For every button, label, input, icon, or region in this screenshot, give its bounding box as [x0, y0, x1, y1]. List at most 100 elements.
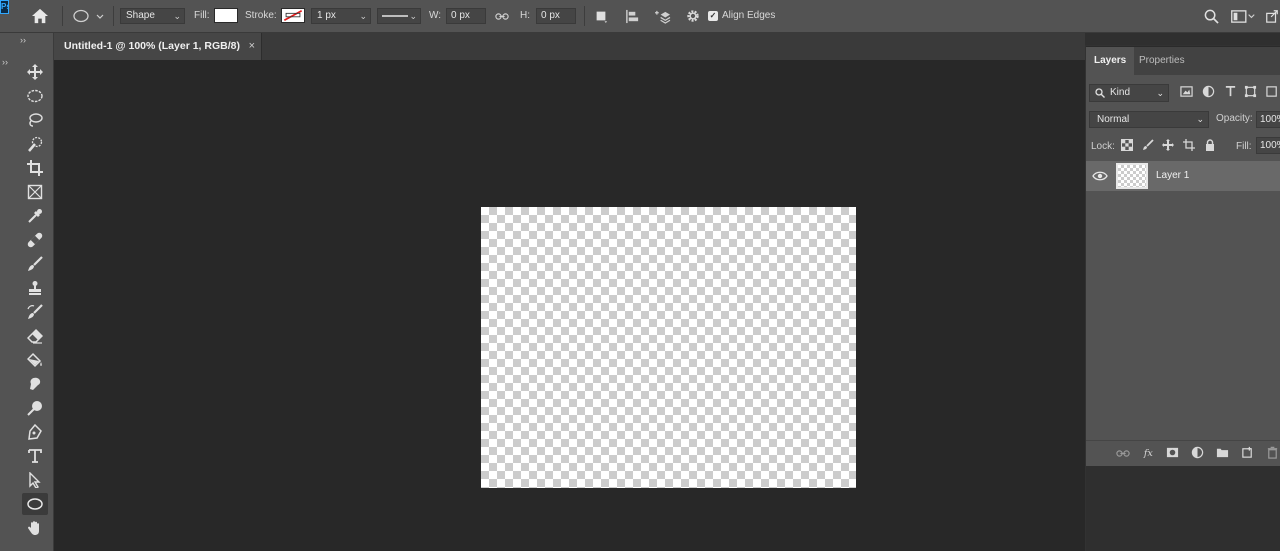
link-dimensions-button[interactable]	[493, 7, 511, 25]
filter-smart-object-button[interactable]	[1266, 85, 1280, 101]
folder-icon	[1216, 448, 1229, 458]
align-edges-checkbox[interactable]: ✓	[708, 11, 718, 21]
history-brush-tool[interactable]	[22, 301, 48, 323]
lasso-tool[interactable]	[22, 109, 48, 131]
pen-tool[interactable]	[22, 421, 48, 443]
ellipse-icon	[27, 498, 43, 510]
new-layer-button[interactable]	[1241, 446, 1257, 462]
paint-bucket-icon	[27, 352, 42, 368]
photoshop-logo: Ps	[0, 0, 9, 14]
eraser-tool[interactable]	[22, 325, 48, 347]
share-button[interactable]	[1263, 7, 1280, 25]
path-operations-icon	[596, 11, 608, 23]
canvas-workspace[interactable]	[54, 60, 1085, 551]
expand-panel-icon[interactable]: ››	[2, 57, 8, 67]
frame-icon	[27, 184, 43, 200]
width-label: W:	[429, 10, 442, 21]
close-tab-icon[interactable]: ×	[249, 33, 255, 60]
fx-icon: fx	[1143, 448, 1153, 459]
workspace-switcher[interactable]	[1230, 7, 1256, 25]
add-mask-button[interactable]	[1166, 446, 1182, 462]
smudge-icon	[30, 377, 41, 390]
lasso-icon	[29, 113, 43, 127]
layer-row[interactable]: Layer 1	[1086, 161, 1280, 191]
new-group-button[interactable]	[1216, 446, 1232, 462]
lock-position-button[interactable]	[1162, 139, 1176, 153]
adjustment-layer-button[interactable]	[1191, 446, 1207, 462]
lock-artboard-button[interactable]	[1183, 139, 1197, 153]
mask-icon	[1166, 447, 1179, 458]
photoshop-window: Ps Shape ⌄ Fill: Stroke: 1 px ⌄ ⌄ W: 0 p…	[0, 0, 1280, 551]
type-tool[interactable]	[22, 445, 48, 467]
mode-dropdown[interactable]: Shape ⌄	[120, 8, 185, 24]
fill-swatch[interactable]	[214, 8, 238, 23]
filter-shape-button[interactable]	[1244, 85, 1260, 101]
height-input[interactable]: 0 px	[536, 8, 576, 24]
panel-dock-header[interactable]	[1085, 33, 1280, 45]
width-input[interactable]: 0 px	[446, 8, 486, 24]
dodge-tool[interactable]	[22, 397, 48, 419]
brush-tool[interactable]	[22, 253, 48, 275]
type-icon	[1225, 86, 1236, 97]
layers-panel: Layers Properties Kind ⌄ Normal ⌄ Opacit…	[1086, 46, 1280, 466]
paint-bucket-tool[interactable]	[22, 349, 48, 371]
search-button[interactable]	[1202, 7, 1220, 25]
filter-type-button[interactable]	[1224, 85, 1240, 101]
stroke-width-dropdown[interactable]: 1 px ⌄	[311, 8, 371, 24]
settings-button[interactable]	[684, 7, 702, 25]
stroke-width-value: 1 px	[317, 10, 336, 21]
lock-icon	[1206, 139, 1214, 151]
path-operations-button[interactable]	[592, 7, 610, 25]
link-layers-button[interactable]	[1116, 446, 1132, 462]
spot-healing-tool[interactable]	[22, 229, 48, 251]
clone-stamp-tool[interactable]	[22, 277, 48, 299]
layer-style-button[interactable]: fx	[1143, 446, 1159, 462]
home-button[interactable]	[31, 7, 49, 25]
divider	[62, 6, 63, 26]
chevron-down-icon: ⌄	[1196, 114, 1204, 124]
stroke-type-dropdown[interactable]: ⌄	[377, 8, 421, 24]
collapse-tools-icon[interactable]: ››	[20, 35, 26, 45]
lock-all-button[interactable]	[1204, 139, 1218, 153]
document-tab[interactable]: Untitled-1 @ 100% (Layer 1, RGB/8) ×	[54, 33, 262, 60]
hand-tool[interactable]	[22, 517, 48, 539]
home-icon	[32, 8, 48, 24]
document-canvas[interactable]	[481, 207, 856, 488]
path-arrangement-button[interactable]	[653, 7, 671, 25]
tab-properties[interactable]: Properties	[1131, 47, 1193, 75]
elliptical-marquee-tool[interactable]	[22, 85, 48, 107]
crop-tool[interactable]	[22, 157, 48, 179]
lock-pixels-button[interactable]	[1142, 139, 1156, 153]
move-tool[interactable]	[22, 61, 48, 83]
eye-icon[interactable]	[1092, 169, 1108, 183]
chevron-down-icon: ⌄	[359, 11, 367, 21]
tool-preset-picker[interactable]	[72, 8, 106, 24]
layer-thumbnail[interactable]	[1116, 163, 1148, 189]
path-selection-tool[interactable]	[22, 469, 48, 491]
filter-pixel-button[interactable]	[1180, 85, 1196, 101]
layer-name[interactable]: Layer 1	[1156, 170, 1189, 181]
options-bar: Ps Shape ⌄ Fill: Stroke: 1 px ⌄ ⌄ W: 0 p…	[0, 0, 1280, 33]
stroke-swatch[interactable]	[281, 8, 305, 23]
lock-label: Lock:	[1091, 141, 1115, 152]
path-alignment-button[interactable]	[623, 7, 641, 25]
frame-tool[interactable]	[22, 181, 48, 203]
shape-icon	[1244, 85, 1257, 98]
lock-transparent-button[interactable]	[1121, 139, 1135, 153]
eyedropper-tool[interactable]	[22, 205, 48, 227]
delete-layer-button[interactable]	[1266, 446, 1280, 462]
hand-icon	[28, 521, 39, 535]
workspace-icon	[1231, 9, 1255, 23]
mode-value: Shape	[126, 10, 155, 21]
layer-filter-value: Kind	[1110, 87, 1131, 98]
tab-layers[interactable]: Layers	[1086, 47, 1135, 75]
filter-adjustment-button[interactable]	[1202, 85, 1218, 101]
layer-filter-dropdown[interactable]: Kind ⌄	[1089, 84, 1169, 102]
fill-input[interactable]: 100%	[1256, 137, 1280, 154]
quick-selection-tool[interactable]	[22, 133, 48, 155]
search-icon	[1095, 88, 1105, 98]
blend-mode-dropdown[interactable]: Normal ⌄	[1089, 111, 1209, 128]
ellipse-tool[interactable]	[22, 493, 48, 515]
smudge-tool[interactable]	[22, 373, 48, 395]
opacity-input[interactable]: 100%	[1256, 111, 1280, 128]
